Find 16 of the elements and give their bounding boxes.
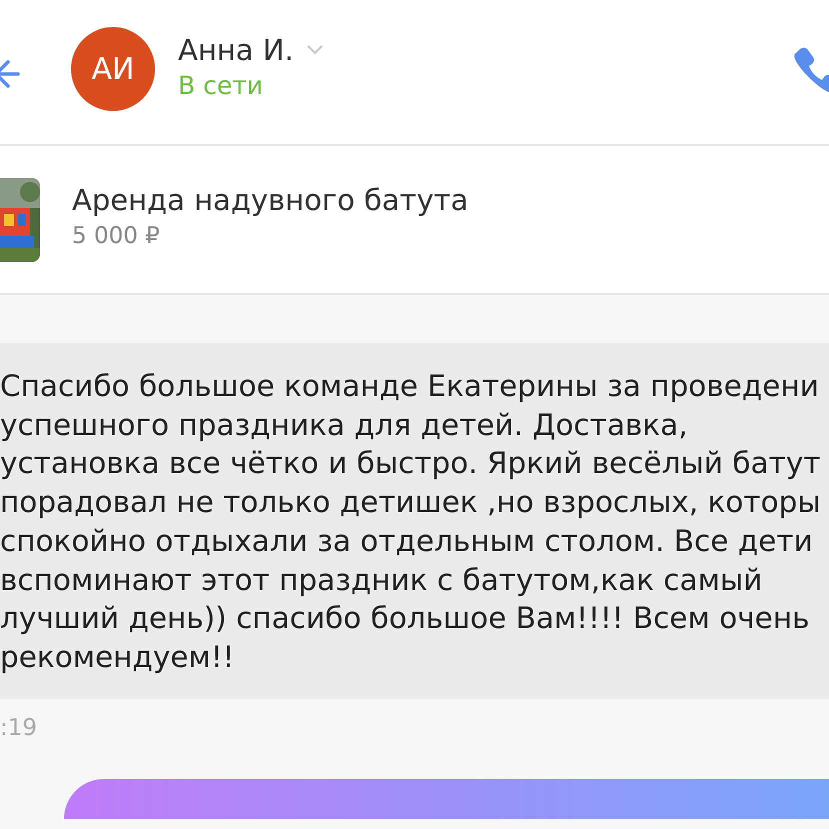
message-text: рекомендуем!! bbox=[0, 638, 236, 676]
contact-name[interactable]: Анна И. bbox=[178, 32, 294, 66]
avatar: АИ bbox=[71, 27, 155, 111]
listing-price: 5 000 ₽ bbox=[72, 222, 161, 248]
message-text: лучший день)) спасибо большое Вам!!!! Всем очень bbox=[0, 600, 811, 638]
message-text: Спасибо большое команде Екатерины за проведени bbox=[0, 368, 820, 405]
chevron-down-icon[interactable] bbox=[306, 44, 324, 56]
message-text: установка все чётко и быстро. Яркий весёлый батут bbox=[0, 445, 822, 482]
back-arrow-icon[interactable] bbox=[0, 57, 20, 91]
message-text: спокойно отдыхали за отдельным столом. Все дети bbox=[0, 522, 814, 560]
listing-title[interactable]: Аренда надувного батута bbox=[72, 182, 468, 216]
message-text: вспоминают этот праздник с батутом,как самый bbox=[0, 562, 764, 599]
message-time: :19 bbox=[0, 714, 38, 741]
message-text: порадовал не только детишек ,но взрослых, которы bbox=[0, 484, 822, 522]
online-status: В сети bbox=[178, 70, 264, 100]
message-text: успешного праздника для детей. Доставка, bbox=[0, 406, 689, 444]
